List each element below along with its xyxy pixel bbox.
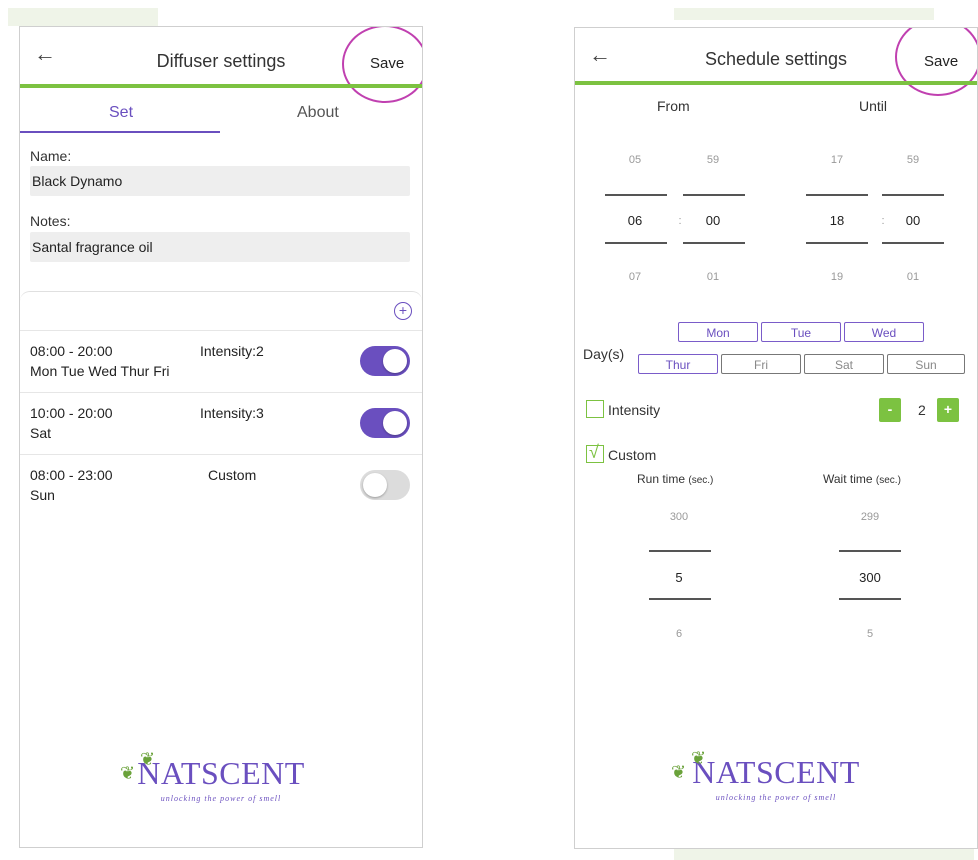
checkmark-icon: √ [589,442,599,462]
schedule-toggle[interactable] [360,470,410,500]
schedule-row[interactable]: 08:00 - 23:00 Sun Custom [20,454,422,517]
toggle-knob [383,411,407,435]
toggle-knob [383,349,407,373]
header-accent-line [575,81,977,85]
schedule-time: 10:00 - 20:00 [30,405,113,421]
run-time-next: 6 [675,628,683,640]
highlight-circle [342,27,422,103]
from-min-next: 01 [706,271,720,283]
day-sun-button[interactable]: Sun [887,354,965,374]
picker-divider [605,242,667,244]
background-decoration [674,848,974,860]
day-thur-button[interactable]: Thur [638,354,718,374]
logo-tagline: unlocking the power of smell [715,793,837,802]
name-field[interactable]: Black Dynamo [30,166,410,196]
run-time-label: Run time (sec.) [637,472,713,486]
name-label: Name: [30,148,72,164]
schedule-mode: Intensity:2 [200,343,264,359]
until-hour-prev: 17 [830,154,844,166]
leaf-icon: ❦ [120,763,136,783]
run-time-prev: 300 [669,511,689,523]
custom-checkbox[interactable]: √ [586,442,604,463]
day-fri-button[interactable]: Fri [721,354,801,374]
day-tue-button[interactable]: Tue [761,322,841,342]
from-hour-next: 07 [628,271,642,283]
wait-time-text: Wait time [823,472,873,486]
schedule-toggle[interactable] [360,346,410,376]
custom-label: Custom [608,447,657,463]
diffuser-settings-screen: ← Diffuser settings Save Set About Name:… [19,26,423,848]
run-time-picker[interactable]: 5 [649,570,709,585]
picker-divider [649,550,711,552]
until-label: Until [859,98,888,114]
until-min-picker[interactable]: 00 [883,213,943,228]
app-header: ← Schedule settings Save [575,28,977,96]
day-wed-button[interactable]: Wed [844,322,924,342]
run-time-unit: (sec.) [688,475,714,486]
picker-divider [683,194,745,196]
intensity-decrease-button[interactable]: - [879,398,901,422]
intensity-value: 2 [918,402,926,418]
schedule-settings-screen: ← Schedule settings Save From Until 05 0… [574,27,978,849]
schedule-days: Mon Tue Wed Thur Fri [30,363,170,379]
toggle-knob [363,473,387,497]
picker-divider [882,242,944,244]
wait-time-label: Wait time (sec.) [823,472,901,486]
day-mon-button[interactable]: Mon [678,322,758,342]
schedule-time: 08:00 - 23:00 [30,467,113,483]
picker-divider [683,242,745,244]
schedule-days: Sat [30,425,52,441]
from-label: From [657,98,690,114]
until-min-next: 01 [906,271,920,283]
header-accent-line [20,84,422,88]
schedule-days: Sun [30,487,55,503]
schedule-toggle[interactable] [360,408,410,438]
picker-divider [806,194,868,196]
days-label: Day(s) [583,346,625,362]
leaf-icon: ❦ [140,749,156,769]
logo-brand: NATSCENT [137,755,305,791]
wait-time-picker[interactable]: 300 [840,570,900,585]
picker-divider [839,550,901,552]
intensity-increase-button[interactable]: + [937,398,959,422]
notes-field[interactable]: Santal fragrance oil [30,232,410,262]
add-schedule-icon[interactable]: + [394,302,412,320]
picker-divider [605,194,667,196]
schedule-row[interactable]: 08:00 - 20:00 Mon Tue Wed Thur Fri Inten… [20,330,422,393]
picker-divider [806,242,868,244]
wait-time-prev: 299 [860,511,880,523]
logo-tagline: unlocking the power of smell [160,794,282,803]
picker-divider [882,194,944,196]
natscent-logo: ❦ ❦ NATSCENT unlocking the power of smel… [575,748,977,802]
intensity-label: Intensity [608,402,661,418]
run-time-text: Run time [637,472,686,486]
leaf-icon: ❦ [691,748,707,768]
wait-time-unit: (sec.) [875,475,901,486]
day-sat-button[interactable]: Sat [804,354,884,374]
app-header: ← Diffuser settings Save [20,27,422,103]
background-decoration [674,8,934,20]
highlight-circle [895,28,977,96]
logo-brand: NATSCENT [692,754,860,790]
schedule-mode: Intensity:3 [200,405,264,421]
wait-time-next: 5 [866,628,874,640]
picker-divider [839,598,901,600]
leaf-icon: ❦ [671,762,687,782]
until-min-prev: 59 [906,154,920,166]
background-decoration [8,8,158,26]
tab-set-underline [20,131,220,133]
schedule-row[interactable]: 10:00 - 20:00 Sat Intensity:3 [20,392,422,455]
until-hour-next: 19 [830,271,844,283]
from-hour-prev: 05 [628,154,642,166]
tab-about[interactable]: About [297,104,339,122]
schedule-mode: Custom [208,467,257,483]
natscent-logo: ❦ ❦ NATSCENT unlocking the power of smel… [20,749,422,803]
from-min-prev: 59 [706,154,720,166]
intensity-checkbox[interactable] [586,400,604,418]
notes-label: Notes: [30,213,71,229]
picker-divider [649,598,711,600]
tab-set[interactable]: Set [109,104,133,122]
from-min-picker[interactable]: 00 [683,213,743,228]
schedule-time: 08:00 - 20:00 [30,343,113,359]
